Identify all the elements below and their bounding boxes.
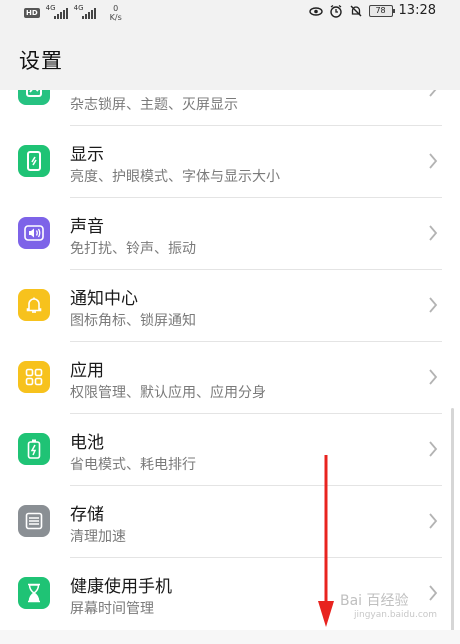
- chevron-right-icon: [428, 224, 438, 242]
- net-speed-unit: K/s: [109, 13, 122, 22]
- status-left: HD 4G 4G 0 K/s: [24, 4, 122, 22]
- storage-icon: [18, 505, 50, 537]
- settings-list[interactable]: 杂志锁屏、主题、灭屏显示 显示 亮度、护眼模式、字体与显示大小 声音 免打扰、铃…: [0, 90, 460, 644]
- chevron-right-icon: [428, 512, 438, 530]
- settings-item-notifications[interactable]: 通知中心 图标角标、锁屏通知: [0, 270, 460, 342]
- battery-indicator: 78: [368, 4, 395, 17]
- watermark: Bai 百经验 jingyan.baidu.com: [340, 590, 437, 620]
- hourglass-icon: [18, 577, 50, 609]
- chevron-right-icon: [428, 296, 438, 314]
- settings-item-sound[interactable]: 声音 免打扰、铃声、振动: [0, 198, 460, 270]
- battery-icon: [18, 433, 50, 465]
- settings-item-subtitle: 省电模式、耗电排行: [70, 457, 196, 473]
- settings-item-title: 存储: [70, 505, 104, 525]
- status-right: 78 13:28: [308, 3, 436, 18]
- settings-item-display[interactable]: 显示 亮度、护眼模式、字体与显示大小: [0, 126, 460, 198]
- settings-item-subtitle: 权限管理、默认应用、应用分身: [70, 385, 266, 401]
- header: 设置: [0, 28, 460, 90]
- chevron-right-icon: [428, 152, 438, 170]
- status-bar: HD 4G 4G 0 K/s 78 13:28: [0, 0, 460, 28]
- settings-item-title: 电池: [70, 433, 104, 453]
- arrow-down-annotation: [318, 455, 334, 627]
- mute-icon: [349, 4, 363, 18]
- hd-badge: HD: [24, 8, 40, 18]
- chevron-right-icon: [428, 440, 438, 458]
- settings-item-title: 健康使用手机: [70, 577, 172, 597]
- watermark-text: Bai 百经验: [340, 593, 409, 609]
- bottom-edge: [0, 630, 460, 644]
- settings-item-apps[interactable]: 应用 权限管理、默认应用、应用分身: [0, 342, 460, 414]
- wallpaper-icon: [18, 90, 50, 105]
- settings-item-title: 通知中心: [70, 289, 138, 309]
- clock: 13:28: [398, 3, 436, 18]
- settings-item-subtitle: 清理加速: [70, 529, 126, 545]
- apps-icon: [18, 361, 50, 393]
- settings-item-title: 声音: [70, 217, 104, 237]
- signal-icon: 4G: [46, 4, 68, 19]
- settings-item-subtitle: 杂志锁屏、主题、灭屏显示: [70, 97, 238, 113]
- chevron-right-icon: [428, 368, 438, 386]
- display-icon: [18, 145, 50, 177]
- alarm-icon: [329, 4, 343, 18]
- net-speed-value: 0: [113, 4, 119, 13]
- chevron-right-icon: [428, 584, 438, 602]
- net-speed: 0 K/s: [110, 4, 122, 22]
- page-title: 设置: [19, 49, 63, 73]
- bell-icon: [18, 289, 50, 321]
- settings-item-subtitle: 图标角标、锁屏通知: [70, 313, 196, 329]
- settings-item-title: 显示: [70, 145, 104, 165]
- settings-item-battery[interactable]: 电池 省电模式、耗电排行: [0, 414, 460, 486]
- settings-item-wallpaper[interactable]: 杂志锁屏、主题、灭屏显示: [0, 90, 460, 126]
- signal-icon-2: 4G: [74, 4, 96, 19]
- sound-icon: [18, 217, 50, 249]
- scrollbar[interactable]: [451, 408, 454, 644]
- chevron-right-icon: [428, 90, 438, 98]
- settings-item-subtitle: 屏幕时间管理: [70, 601, 154, 617]
- settings-item-subtitle: 亮度、护眼模式、字体与显示大小: [70, 169, 280, 185]
- eye-icon: [308, 4, 323, 18]
- settings-item-storage[interactable]: 存储 清理加速: [0, 486, 460, 558]
- settings-item-title: 应用: [70, 361, 104, 381]
- watermark-subtext: jingyan.baidu.com: [354, 610, 438, 620]
- settings-item-subtitle: 免打扰、铃声、振动: [70, 241, 196, 257]
